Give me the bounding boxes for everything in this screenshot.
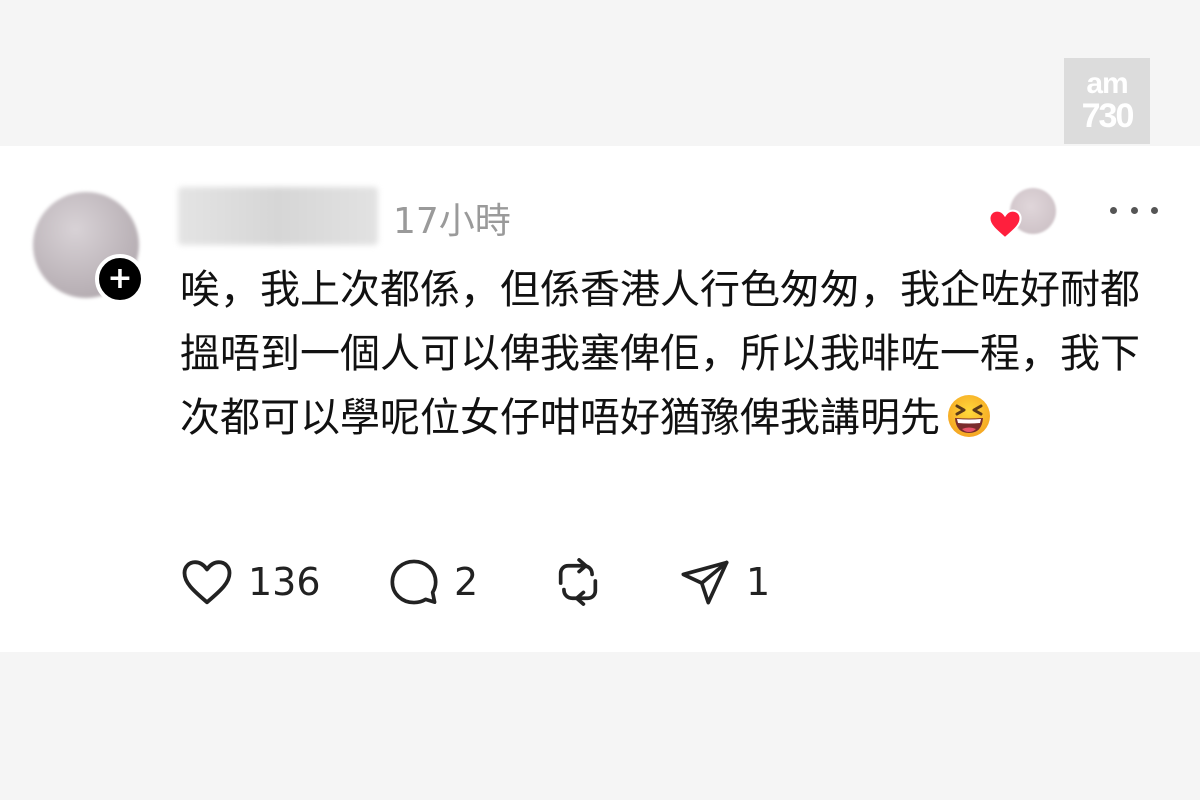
watermark-line2: 730 [1081, 97, 1135, 135]
watermark-line1: am [1086, 67, 1128, 100]
username-redacted[interactable] [178, 187, 378, 245]
like-count: 136 [248, 560, 321, 604]
send-paper-plane-icon [681, 560, 729, 605]
action-bar: 136 2 1 [180, 552, 880, 612]
post-body: 唉，我上次都係，但係香港人行色匆匆，￼我企咗好耐都搵唔到一個人可以俾我塞俾佢，所… [180, 258, 1140, 450]
share-count: 1 [746, 560, 771, 604]
reply-button[interactable]: 2 [388, 552, 478, 612]
am730-watermark-logo: am 730 [1064, 58, 1150, 144]
repost-arrows-icon [558, 558, 598, 606]
post-timestamp: 17小時 [393, 201, 511, 242]
comment-bubble-icon [390, 559, 438, 605]
reply-count: 2 [454, 560, 479, 604]
post-card: + 17小時 唉，我上次都係，但係香港人行色匆匆，￼我企咗好耐都搵唔到一個人可以… [0, 146, 1200, 652]
heart-outline-icon [182, 560, 232, 605]
follow-plus-icon[interactable]: + [95, 254, 145, 304]
like-button[interactable]: 136 [180, 552, 321, 612]
heart-filled-icon [988, 209, 1022, 240]
more-options-icon[interactable] [1110, 198, 1158, 222]
share-button[interactable]: 1 [678, 552, 770, 612]
repost-button[interactable] [552, 552, 604, 612]
post-text: 唉，我上次都係，但係香港人行色匆匆，￼我企咗好耐都搵唔到一個人可以俾我塞俾佢，所… [180, 267, 1140, 441]
grinning-squinting-face-icon [948, 395, 990, 437]
